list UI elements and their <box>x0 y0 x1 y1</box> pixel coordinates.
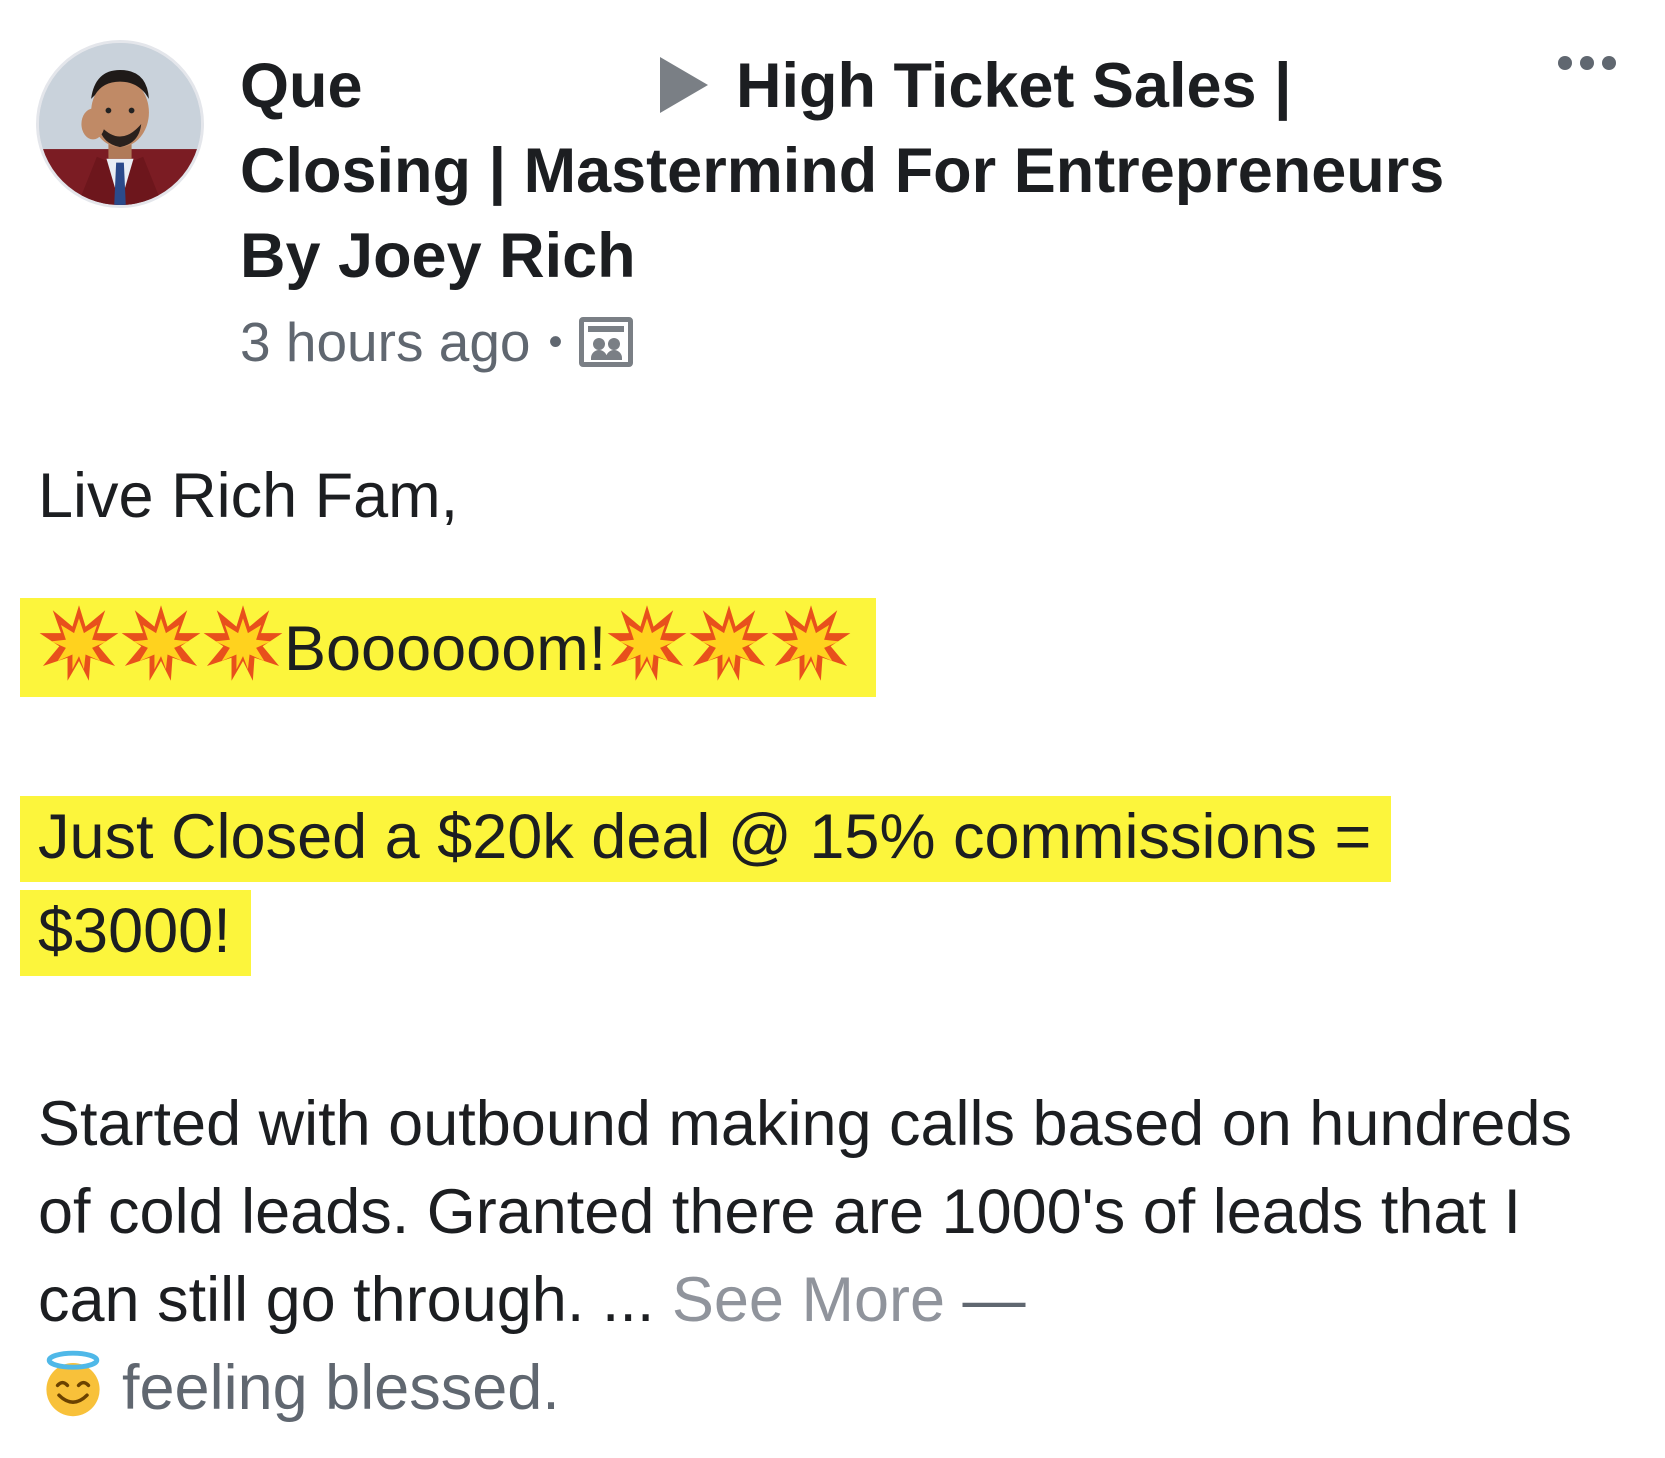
post-timestamp[interactable]: 3 hours ago <box>240 310 531 374</box>
collision-icon <box>606 602 688 684</box>
deal-text: Just Closed a $20k deal @ 15% commission… <box>20 796 1392 976</box>
more-options-dot <box>1580 56 1594 70</box>
post-meta: 3 hours ago • <box>240 310 633 374</box>
arrow-right-icon <box>660 57 708 113</box>
see-more-link[interactable]: See More <box>672 1265 945 1335</box>
collision-icon <box>688 602 770 684</box>
deal-line: Just Closed a $20k deal @ 15% commission… <box>20 790 1520 978</box>
smiling-face-with-halo-icon <box>38 1349 108 1419</box>
author-name[interactable]: Que <box>240 44 660 129</box>
post-header-title: Que High Ticket Sales | Closing | Masterm… <box>240 44 1540 299</box>
boom-line: Boooooom! <box>20 598 877 697</box>
collision-icon <box>38 602 120 684</box>
post-story: Started with outbound making calls based… <box>38 1080 1618 1432</box>
post-greeting: Live Rich Fam, <box>38 461 459 531</box>
post-card: Que High Ticket Sales | Closing | Masterm… <box>0 0 1665 1458</box>
boom-text: Boooooom! <box>284 614 607 684</box>
group-members-icon[interactable] <box>578 317 633 367</box>
highlight-boom: Boooooom! <box>20 598 877 697</box>
collision-icon <box>120 602 202 684</box>
more-options-dot <box>1602 56 1616 70</box>
avatar[interactable] <box>36 40 204 208</box>
avatar-photo <box>39 43 201 205</box>
collision-icon <box>202 602 284 684</box>
more-options-button[interactable] <box>1550 48 1624 78</box>
collision-icon <box>770 602 852 684</box>
feeling-text[interactable]: feeling blessed. <box>122 1353 560 1423</box>
meta-separator: • <box>548 319 563 364</box>
feeling-dash: — <box>962 1265 1026 1335</box>
more-options-icon <box>1558 56 1572 70</box>
